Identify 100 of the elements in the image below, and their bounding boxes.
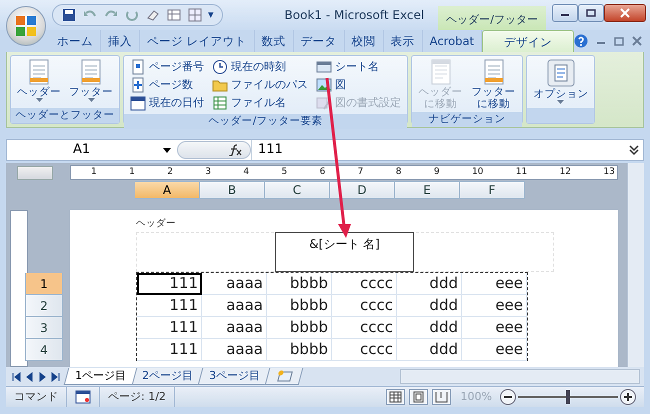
sheet-tab[interactable]: 3ページ目 [198, 368, 272, 385]
table-cell[interactable]: bbbb [267, 295, 332, 317]
table-cell[interactable]: bbbb [267, 273, 332, 295]
table-cell[interactable]: cccc [332, 317, 397, 339]
restore-icon [586, 9, 596, 17]
ruler-number: 12 [560, 168, 572, 177]
ribbon-button[interactable]: ヘッダー [15, 58, 63, 106]
table-cell[interactable]: aaaa [202, 273, 267, 295]
page-break-button[interactable] [432, 389, 451, 405]
prev-sheet-icon[interactable] [25, 372, 34, 382]
office-button[interactable] [6, 6, 46, 46]
column-header[interactable]: A [135, 181, 200, 199]
restore-icon[interactable] [614, 36, 624, 46]
column-header[interactable]: B [200, 181, 265, 199]
ruler-number: 9 [434, 168, 440, 177]
ribbon-button[interactable]: オプション [531, 58, 590, 106]
table-cell[interactable]: cccc [332, 273, 397, 295]
macro-record-icon[interactable] [75, 390, 91, 404]
table-cell[interactable]: aaaa [202, 317, 267, 339]
table-cell[interactable]: eee [462, 273, 527, 295]
customize-dropdown[interactable]: ▾ [208, 6, 214, 24]
table-cell[interactable]: aaaa [202, 339, 267, 361]
minus-icon [504, 393, 512, 401]
table-cell[interactable]: eee [462, 339, 527, 361]
ruler-number: 8 [396, 168, 402, 177]
name-box[interactable]: A1 [7, 140, 177, 160]
page-layout-button[interactable] [408, 389, 428, 405]
zoom-in-button[interactable] [620, 389, 636, 405]
table-cell[interactable]: cccc [332, 339, 397, 361]
close-button[interactable] [604, 4, 646, 22]
plus-icon [624, 393, 632, 401]
row-header[interactable]: 3 [25, 317, 63, 339]
ribbon-tab[interactable]: デザイン [482, 30, 574, 52]
group-footer-bar [527, 108, 594, 123]
table-cell[interactable]: 111 [137, 339, 202, 361]
help-icon[interactable] [574, 34, 588, 48]
ruler-number: 4 [243, 168, 250, 177]
vertical-scrollbar[interactable] [627, 163, 644, 367]
next-sheet-icon[interactable] [38, 372, 47, 382]
row-header[interactable]: 4 [25, 339, 63, 361]
clock-icon [212, 59, 228, 75]
horizontal-scrollbar[interactable] [400, 369, 640, 384]
ribbon-button[interactable]: ファイル名 [210, 94, 310, 112]
sheet-tab[interactable]: 2ページ目 [130, 368, 204, 385]
table-cell[interactable]: ddd [397, 339, 462, 361]
ruler-number: 3 [205, 168, 212, 177]
table-cell[interactable]: cccc [332, 295, 397, 317]
table-cell[interactable]: ddd [397, 295, 462, 317]
close-icon [620, 8, 630, 18]
normal-view-button[interactable] [386, 389, 405, 405]
table-cell[interactable]: 111 [137, 273, 202, 295]
table-cell[interactable]: eee [462, 317, 527, 339]
column-header[interactable]: D [330, 181, 395, 199]
zoom-level: 100% [460, 388, 492, 405]
ribbon-button[interactable]: フッター [67, 58, 115, 106]
window-icon [316, 59, 332, 75]
column-header[interactable]: E [395, 181, 460, 199]
ribbon-button[interactable]: 現在の時刻 [210, 58, 310, 76]
ribbon-button[interactable]: ファイルのパス [210, 76, 310, 94]
ribbon-button[interactable]: ページ番号 [128, 58, 206, 76]
table-cell[interactable]: ddd [397, 317, 462, 339]
close-icon[interactable] [632, 36, 642, 46]
calendar-icon [130, 95, 146, 111]
zoom-out-button[interactable] [500, 389, 516, 405]
columns-icon [434, 391, 448, 403]
minimize-button[interactable] [552, 4, 578, 22]
table-cell[interactable]: bbbb [267, 339, 332, 361]
zoom-slider-thumb[interactable] [566, 390, 570, 404]
table-icon[interactable] [166, 7, 182, 23]
table-cell[interactable]: 111 [137, 295, 202, 317]
restore-button[interactable] [578, 4, 604, 22]
insert-function-button[interactable] [177, 141, 251, 159]
table-cell[interactable]: eee [462, 295, 527, 317]
expand-icon[interactable] [628, 144, 640, 156]
header-field[interactable]: &[シート 名] [275, 232, 414, 272]
sheet-tab[interactable]: 1ページ目 [64, 368, 138, 385]
ribbon-button[interactable]: フッターに移動 [469, 58, 518, 110]
row-header[interactable]: 2 [25, 295, 63, 317]
table-cell[interactable]: aaaa [202, 295, 267, 317]
insert-sheet-button[interactable] [264, 368, 304, 385]
ribbon-button[interactable]: 図 [314, 76, 403, 94]
ribbon-button[interactable]: シート名 [314, 58, 403, 76]
save-icon[interactable] [61, 7, 77, 23]
column-header[interactable]: F [460, 181, 525, 199]
ruler-number: 1 [91, 168, 97, 177]
grid-icon [388, 391, 402, 403]
row-header[interactable]: 1 [25, 273, 63, 295]
table-cell[interactable]: ddd [397, 273, 462, 295]
column-header[interactable]: C [265, 181, 330, 199]
formula-input[interactable]: 111 [251, 140, 622, 160]
first-sheet-icon[interactable] [12, 372, 21, 382]
grid-icon[interactable] [187, 7, 203, 23]
table-cell[interactable]: bbbb [267, 317, 332, 339]
ribbon-button[interactable]: 現在の日付 [128, 94, 206, 112]
ribbon-button[interactable]: ページ数 [128, 76, 206, 94]
page-indicator: ページ: 1/2 [100, 387, 175, 407]
table-cell[interactable]: 111 [137, 317, 202, 339]
group-label: ナビゲーション [412, 112, 522, 128]
last-sheet-icon[interactable] [51, 372, 60, 382]
status-mode: コマンド [6, 387, 67, 407]
